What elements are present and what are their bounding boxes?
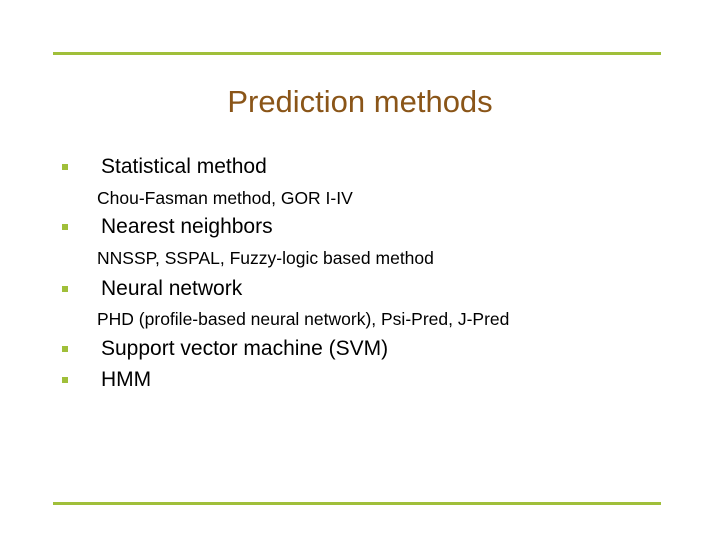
sub-item-statistical: Chou-Fasman method, GOR I-IV: [97, 188, 353, 208]
slide-title: Prediction methods: [227, 84, 493, 119]
bullet-item-neural-network: Neural network: [101, 277, 243, 300]
bullet-icon: [62, 164, 68, 170]
bullet-icon: [62, 377, 68, 383]
bottom-divider: [53, 502, 661, 505]
bullet-icon: [62, 346, 68, 352]
bullet-item-hmm: HMM: [101, 368, 152, 391]
bullet-icon: [62, 224, 68, 230]
bullet-item-nearest-neighbors: Nearest neighbors: [101, 215, 273, 238]
bullet-item-svm: Support vector machine (SVM): [101, 337, 389, 360]
bullet-item-statistical: Statistical method: [101, 155, 267, 178]
bullet-icon: [62, 286, 68, 292]
top-divider: [53, 52, 661, 55]
sub-item-neural-network: PHD (profile-based neural network), Psi-…: [97, 309, 510, 329]
sub-item-nearest-neighbors: NNSSP, SSPAL, Fuzzy-logic based method: [97, 248, 434, 268]
